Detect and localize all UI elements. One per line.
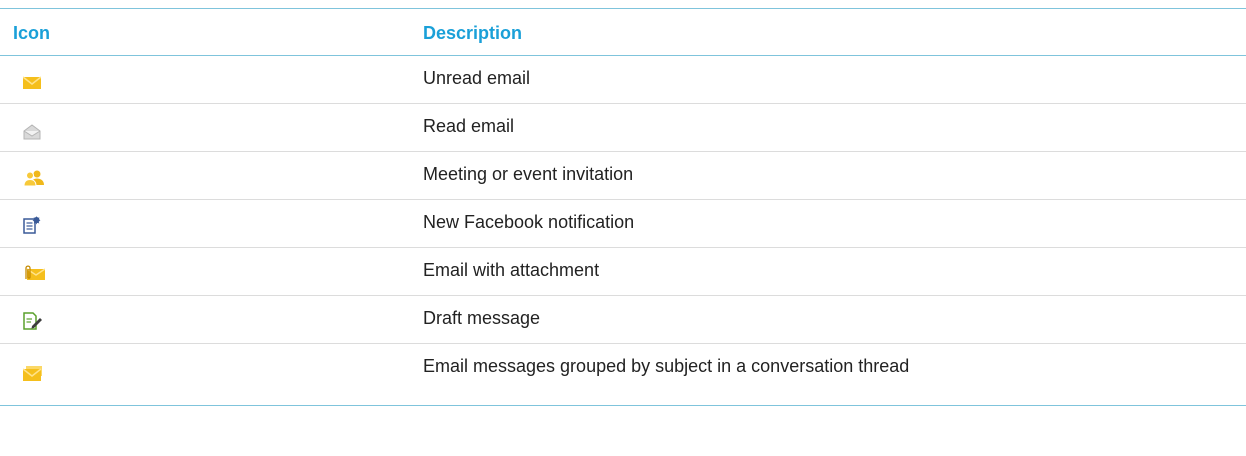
icon-legend-table: Icon Description Unread email Read email [0, 8, 1246, 406]
row-description: Read email [423, 116, 515, 136]
draft-message-icon [13, 296, 53, 343]
table-row: Draft message [0, 296, 1246, 344]
description-column-header: Description [423, 23, 523, 43]
row-description: Email messages grouped by subject in a c… [423, 356, 910, 376]
icon-column-header: Icon [13, 23, 51, 43]
table-header: Icon Description [0, 8, 1246, 56]
table-row: Email with attachment [0, 248, 1246, 296]
table-row: Read email [0, 104, 1246, 152]
row-description: Draft message [423, 308, 541, 328]
unread-email-icon [13, 56, 53, 103]
meeting-invitation-icon [13, 152, 53, 199]
table-row: Email messages grouped by subject in a c… [0, 344, 1246, 406]
table-row: Unread email [0, 56, 1246, 104]
table-row: New Facebook notification [0, 200, 1246, 248]
row-description: Meeting or event invitation [423, 164, 634, 184]
row-description: New Facebook notification [423, 212, 635, 232]
conversation-thread-icon [13, 344, 53, 405]
email-attachment-icon [13, 248, 53, 295]
read-email-icon [13, 104, 53, 151]
row-description: Unread email [423, 68, 531, 88]
row-description: Email with attachment [423, 260, 600, 280]
table-row: Meeting or event invitation [0, 152, 1246, 200]
facebook-notification-icon [13, 200, 53, 247]
